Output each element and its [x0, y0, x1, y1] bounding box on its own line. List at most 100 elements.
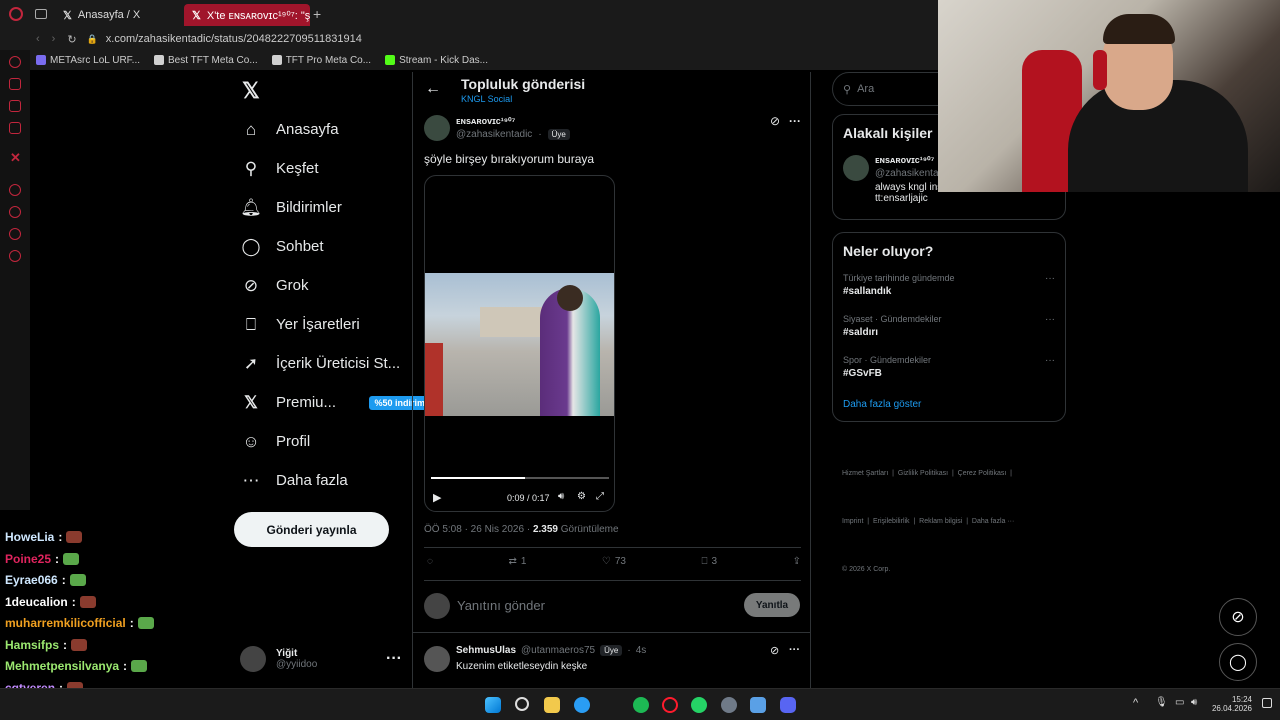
grok-floating-button[interactable]: ⊘: [1219, 598, 1257, 636]
tab-current[interactable]: 𝕏 X'te ᴇɴsᴀʀᴏᴠɪᴄ¹⁹⁰⁷: "şöyle b: [184, 4, 310, 26]
clock[interactable]: 15:24 26.04.2026: [1210, 695, 1252, 713]
reply-post[interactable]: SehmusUlas @utanmaeros75 Üye · 4s Kuzeni…: [413, 634, 810, 688]
more-icon[interactable]: ···: [789, 114, 801, 128]
instagram-icon[interactable]: [9, 122, 21, 134]
bookmark-item[interactable]: METAsrc LoL URF...: [36, 55, 140, 66]
grok-icon[interactable]: ⊘: [770, 114, 780, 128]
tab-grid-icon[interactable]: [35, 9, 47, 19]
reply-submit-button[interactable]: Yanıtla: [744, 593, 800, 617]
bookmark-item[interactable]: TFT Pro Meta Co...: [271, 55, 371, 66]
trend-item[interactable]: Türkiye tarihinde gündemde #sallandık ··…: [843, 273, 1055, 297]
clock-time: 15:24: [1231, 695, 1252, 704]
nav-item-premium[interactable]: 𝕏 Premiu... %50 indirim: [232, 383, 430, 422]
reply-button[interactable]: ◌: [427, 556, 433, 567]
messages-floating-button[interactable]: ◯: [1219, 643, 1257, 681]
tab-home[interactable]: 𝕏 Anasayfa / X: [55, 4, 180, 26]
reply-author-name[interactable]: SehmusUlas: [456, 645, 516, 656]
messenger-icon[interactable]: [9, 100, 21, 112]
post-timestamp[interactable]: ÖÖ 5:08 · 26 Nis 2026 ·: [424, 524, 533, 535]
volume-icon[interactable]: 🔊︎: [1191, 697, 1197, 708]
x-sidebar-icon[interactable]: ✕: [10, 150, 21, 166]
nav-item-bookmarks[interactable]: ⎕ Yer İşaretleri: [232, 305, 412, 344]
discord-icon[interactable]: [780, 697, 796, 713]
author-handle[interactable]: @zahasikentadic: [456, 129, 532, 140]
edge-icon[interactable]: [574, 697, 590, 713]
nav-item-more[interactable]: ⋯ Daha fazla: [232, 461, 412, 500]
back-arrow-icon[interactable]: ←: [425, 80, 441, 98]
more-icon[interactable]: ···: [386, 650, 402, 668]
video-player[interactable]: ▶ 0:09 / 0:17 🔊︎ ⚙ ⤢: [424, 175, 615, 512]
history-icon[interactable]: [9, 206, 21, 218]
footer-links[interactable]: Hizmet Şartları | Gizlilik Politikası | …: [832, 434, 1066, 610]
new-tab-button[interactable]: +: [313, 6, 321, 22]
page-title: Topluluk gönderisi: [461, 76, 586, 92]
fullscreen-icon[interactable]: ⤢: [596, 491, 604, 502]
mic-icon[interactable]: 🎙︎: [1155, 697, 1168, 708]
search-icon[interactable]: [515, 697, 529, 711]
settings-icon[interactable]: [9, 250, 21, 262]
forward-icon[interactable]: ›: [52, 33, 56, 45]
heart-icon: ♡: [601, 556, 611, 567]
x-logo-icon[interactable]: 𝕏: [242, 78, 260, 104]
app-icon[interactable]: [750, 697, 766, 713]
play-icon[interactable]: ▶: [433, 491, 441, 504]
post-button[interactable]: Gönderi yayınla: [234, 512, 389, 547]
more-icon[interactable]: ···: [789, 644, 800, 656]
opera-logo-icon[interactable]: [9, 7, 23, 21]
chat-message: Eyrae066:: [5, 573, 86, 587]
network-icon[interactable]: ▭: [1175, 697, 1184, 708]
trend-item[interactable]: Siyaset · Gündemdekiler #saldırı ···: [843, 314, 1055, 338]
sync-icon[interactable]: [9, 228, 21, 240]
nav-item-explore[interactable]: ⚲ Keşfet: [232, 149, 412, 188]
volume-icon[interactable]: 🔊︎: [558, 491, 564, 502]
nav-item-chat[interactable]: ◯ Sohbet: [232, 227, 412, 266]
nav-item-notifications[interactable]: 🔔︎ Bildirimler: [232, 188, 412, 227]
reload-icon[interactable]: ↻: [67, 33, 76, 46]
url-field[interactable]: x.com/zahasikentadic/status/204822270951…: [106, 33, 362, 45]
twitch-icon[interactable]: [9, 78, 21, 90]
related-avatar[interactable]: [843, 155, 869, 181]
back-icon[interactable]: ‹: [36, 33, 40, 45]
more-icon[interactable]: ···: [1045, 355, 1055, 366]
nav-item-profile[interactable]: ☺ Profil: [232, 422, 412, 461]
footer-line[interactable]: Imprint | Erişilebilirlik | Reklam bilgi…: [842, 514, 1066, 530]
reply-input[interactable]: Yanıtını gönder: [457, 598, 545, 613]
aria-icon[interactable]: [9, 56, 21, 68]
whatsapp-icon[interactable]: [691, 697, 707, 713]
spotify-icon[interactable]: [633, 697, 649, 713]
avatar[interactable]: [424, 646, 450, 672]
account-switcher[interactable]: Yiğit @yyiidoo ···: [240, 644, 410, 674]
community-link[interactable]: KNGL Social: [461, 94, 585, 104]
nav-item-home[interactable]: ⌂ Anasayfa: [232, 110, 412, 149]
retweet-icon: ⇄: [508, 556, 517, 567]
settings-icon[interactable]: ⚙: [577, 491, 586, 502]
bookmark-button[interactable]: ⎕ 3: [702, 556, 718, 567]
opera-icon[interactable]: [662, 697, 678, 713]
show-more-link[interactable]: Daha fazla göster: [843, 399, 921, 410]
steam-icon[interactable]: [721, 697, 737, 713]
video-progress-track[interactable]: [431, 477, 609, 479]
bookmark-item[interactable]: Stream - Kick Das...: [385, 55, 488, 66]
share-icon: ⇪: [792, 556, 801, 567]
notification-icon[interactable]: [1262, 698, 1272, 708]
author-avatar[interactable]: [424, 115, 450, 141]
trend-item[interactable]: Spor · Gündemdekiler #GSvFB ···: [843, 355, 1055, 379]
nav-item-grok[interactable]: ⊘ Grok: [232, 266, 412, 305]
store-icon[interactable]: [544, 697, 560, 713]
bookmark-item[interactable]: Best TFT Meta Co...: [154, 55, 258, 66]
share-button[interactable]: ⇪: [793, 556, 801, 567]
webcam-headphones: [1093, 50, 1107, 90]
start-icon[interactable]: [485, 697, 501, 713]
nav-item-creator-studio[interactable]: ➚ İçerik Üreticisi St...: [232, 344, 412, 383]
retweet-button[interactable]: ⇄ 1: [508, 556, 526, 567]
like-button[interactable]: ♡ 73: [602, 556, 626, 567]
more-icon[interactable]: ···: [1045, 314, 1055, 325]
tray-chevron-icon[interactable]: ^: [1133, 697, 1138, 709]
chat-bubble-icon: ◯: [241, 236, 261, 256]
more-icon[interactable]: ···: [1045, 273, 1055, 284]
grok-icon[interactable]: ⊘: [770, 644, 779, 657]
reply-author-handle[interactable]: @utanmaeros75: [521, 645, 595, 656]
author-name[interactable]: ᴇɴsᴀʀᴏᴠɪᴄ¹⁹⁰⁷: [456, 116, 570, 127]
footer-line[interactable]: Hizmet Şartları | Gizlilik Politikası | …: [842, 466, 1066, 482]
player-icon[interactable]: [9, 184, 21, 196]
